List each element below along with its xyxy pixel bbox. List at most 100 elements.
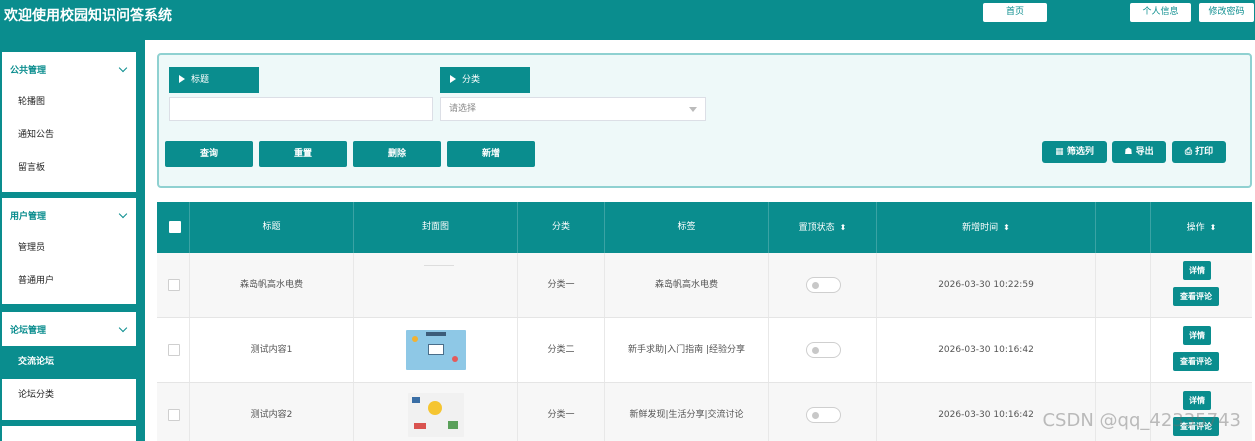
row-checkbox-cell xyxy=(157,318,190,382)
table-row: 森岛帆高水电费 分类一 森岛帆高水电费 2026-03-30 10:22:59 … xyxy=(157,253,1252,318)
cell-actions: 详情 查看评论 xyxy=(1151,253,1252,317)
export-button[interactable]: ☗ 导出 xyxy=(1112,141,1166,163)
play-icon xyxy=(179,75,185,83)
caret-down-icon xyxy=(689,107,697,112)
change-password-button[interactable]: 修改密码 xyxy=(1199,3,1254,22)
filter-columns-button[interactable]: ▦ 筛选列 xyxy=(1042,141,1107,163)
category-placeholder: 请选择 xyxy=(449,104,477,114)
cell-pinned xyxy=(769,383,877,441)
row-checkbox-cell xyxy=(157,383,190,441)
sidebar-item-forum-category[interactable]: 论坛分类 xyxy=(2,379,136,412)
cell-created: 2026-03-30 10:16:42 xyxy=(877,318,1096,382)
table-row: 测试内容1 分类二 新手求助|入门指南 |经验分享 2026-03-30 10:… xyxy=(157,318,1252,383)
delete-button[interactable]: 删除 xyxy=(353,141,441,167)
sidebar-group-users: 用户管理 管理员 普通用户 xyxy=(2,198,136,304)
cell-tags: 新鲜发现|生活分享|交流讨论 xyxy=(605,383,769,441)
sidebar-group-header[interactable]: 论坛管理 xyxy=(2,312,136,346)
chevron-down-icon xyxy=(118,63,128,72)
add-button[interactable]: 新增 xyxy=(447,141,535,167)
cover-image xyxy=(406,330,466,370)
pinned-toggle[interactable] xyxy=(806,342,841,358)
cell-tags: 森岛帆高水电费 xyxy=(605,253,769,317)
print-icon: ⎙ xyxy=(1184,147,1196,157)
detail-button[interactable]: 详情 xyxy=(1183,261,1211,280)
table-header: 标题 封面图 分类 标签 置顶状态 ⬍ 新增时间 ⬍ 操作 ⬍ xyxy=(157,202,1252,253)
sort-icon: ⬍ xyxy=(839,223,847,232)
title-input[interactable] xyxy=(169,97,433,121)
sidebar-group-forum: 论坛管理 交流论坛 论坛分类 xyxy=(2,312,138,420)
home-button[interactable]: 首页 xyxy=(983,3,1047,22)
select-all-checkbox[interactable] xyxy=(169,221,181,233)
column-header-category: 分类 xyxy=(518,202,605,253)
cell-category: 分类一 xyxy=(518,253,605,317)
column-header-actions[interactable]: 操作 ⬍ xyxy=(1151,202,1252,253)
watermark: CSDN @qq_42335743 xyxy=(1042,410,1241,431)
sidebar-group-header[interactable]: 用户管理 xyxy=(2,198,136,232)
columns-icon: ▦ xyxy=(1055,147,1067,157)
cell-empty xyxy=(1096,253,1151,317)
cell-title: 测试内容2 xyxy=(190,383,354,441)
column-header-pinned[interactable]: 置顶状态 ⬍ xyxy=(769,202,877,253)
cover-image xyxy=(408,393,464,437)
cell-created: 2026-03-30 10:22:59 xyxy=(877,253,1096,317)
sidebar-group-title: 用户管理 xyxy=(10,211,47,222)
detail-button[interactable]: 详情 xyxy=(1183,391,1211,410)
cell-title: 测试内容1 xyxy=(190,318,354,382)
cell-actions: 详情 查看评论 xyxy=(1151,318,1252,382)
view-comments-button[interactable]: 查看评论 xyxy=(1173,352,1219,371)
sidebar-item-forum[interactable]: 交流论坛 xyxy=(2,346,138,379)
cell-empty xyxy=(1096,318,1151,382)
sidebar: 公共管理 轮播图 通知公告 留言板 用户管理 管理员 普通用户 论坛管理 交流论… xyxy=(0,40,138,441)
sidebar-group-header[interactable]: 公共管理 xyxy=(2,52,136,86)
row-checkbox[interactable] xyxy=(168,409,180,421)
play-icon xyxy=(450,75,456,83)
sidebar-item-carousel[interactable]: 轮播图 xyxy=(2,86,136,119)
sort-icon: ⬍ xyxy=(1209,223,1217,232)
cell-pinned xyxy=(769,318,877,382)
row-checkbox[interactable] xyxy=(168,279,180,291)
search-panel: 标题 分类 请选择 查询 重置 删除 新增 ▦ 筛选列 ☗ 导出 ⎙ 打印 xyxy=(157,53,1252,188)
cover-image-placeholder xyxy=(424,265,454,266)
app-title: 欢迎使用校园知识问答系统 xyxy=(4,8,172,24)
cell-category: 分类一 xyxy=(518,383,605,441)
sidebar-group-title: 公共管理 xyxy=(10,65,47,76)
print-button[interactable]: ⎙ 打印 xyxy=(1172,141,1226,163)
cell-title: 森岛帆高水电费 xyxy=(190,253,354,317)
column-header-empty xyxy=(1096,202,1151,253)
pinned-toggle[interactable] xyxy=(806,277,841,293)
title-filter-label: 标题 xyxy=(169,67,259,93)
column-header-title: 标题 xyxy=(190,202,354,253)
category-select[interactable]: 请选择 xyxy=(440,97,706,121)
column-header-created[interactable]: 新增时间 ⬍ xyxy=(877,202,1096,253)
sidebar-item-message-board[interactable]: 留言板 xyxy=(2,152,136,185)
view-comments-button[interactable]: 查看评论 xyxy=(1173,287,1219,306)
cell-pinned xyxy=(769,253,877,317)
row-checkbox[interactable] xyxy=(168,344,180,356)
sidebar-item-regular-users[interactable]: 普通用户 xyxy=(2,265,136,298)
main-content: 标题 分类 请选择 查询 重置 删除 新增 ▦ 筛选列 ☗ 导出 ⎙ 打印 标题 xyxy=(145,40,1255,441)
row-checkbox-cell xyxy=(157,253,190,317)
sidebar-group-title: 论坛管理 xyxy=(10,325,47,336)
detail-button[interactable]: 详情 xyxy=(1183,326,1211,345)
cell-cover xyxy=(354,318,518,382)
cell-cover xyxy=(354,383,518,441)
sidebar-group-next xyxy=(2,426,136,441)
cell-tags: 新手求助|入门指南 |经验分享 xyxy=(605,318,769,382)
profile-button[interactable]: 个人信息 xyxy=(1130,3,1191,22)
cell-cover xyxy=(354,253,518,317)
sort-icon: ⬍ xyxy=(1003,223,1010,232)
pinned-toggle[interactable] xyxy=(806,407,841,423)
reset-button[interactable]: 重置 xyxy=(259,141,347,167)
export-icon: ☗ xyxy=(1124,147,1136,157)
sidebar-group-public: 公共管理 轮播图 通知公告 留言板 xyxy=(2,52,136,192)
sidebar-item-admins[interactable]: 管理员 xyxy=(2,232,136,265)
column-header-tags: 标签 xyxy=(605,202,769,253)
chevron-down-icon xyxy=(118,209,128,218)
column-header-cover: 封面图 xyxy=(354,202,518,253)
top-bar: 欢迎使用校园知识问答系统 首页 个人信息 修改密码 xyxy=(0,0,1255,40)
query-button[interactable]: 查询 xyxy=(165,141,253,167)
sidebar-item-notice[interactable]: 通知公告 xyxy=(2,119,136,152)
chevron-down-icon xyxy=(118,323,128,332)
select-all-cell xyxy=(157,202,190,253)
category-filter-label: 分类 xyxy=(440,67,530,93)
